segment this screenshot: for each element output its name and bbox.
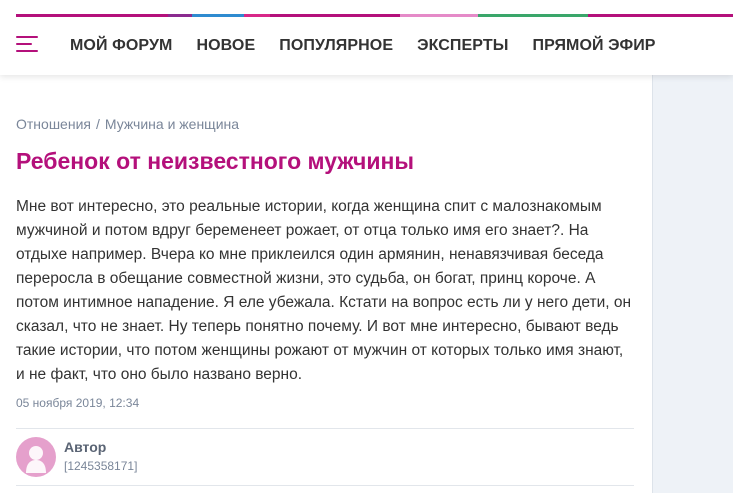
menu-bar xyxy=(16,43,32,45)
divider xyxy=(16,485,634,486)
menu-bar xyxy=(16,36,38,38)
author-block: Автор [1245358171] xyxy=(16,437,416,477)
stripe-segment xyxy=(400,14,478,17)
stripe-segment xyxy=(270,14,400,17)
breadcrumb: Отношения / Мужчина и женщина xyxy=(16,116,239,132)
hamburger-menu-icon[interactable] xyxy=(16,36,38,52)
nav-popular[interactable]: ПОПУЛЯРНОЕ xyxy=(279,36,393,56)
topic-body: Мне вот интересно, это реальные истории,… xyxy=(16,198,632,383)
main-nav: МОЙ ФОРУМ НОВОЕ ПОПУЛЯРНОЕ ЭКСПЕРТЫ ПРЯМ… xyxy=(70,36,656,56)
stripe-segment xyxy=(478,14,588,17)
right-sidebar xyxy=(652,75,733,493)
divider xyxy=(16,428,634,429)
author-id: [1245358171] xyxy=(64,459,138,473)
stripe-segment xyxy=(244,14,270,17)
stripe-segment xyxy=(588,14,733,17)
breadcrumb-separator: / xyxy=(95,116,100,132)
breadcrumb-man-and-woman[interactable]: Мужчина и женщина xyxy=(105,116,239,132)
nav-my-forum[interactable]: МОЙ ФОРУМ xyxy=(70,36,172,56)
breadcrumb-relationships[interactable]: Отношения xyxy=(16,116,91,132)
stripe-segment xyxy=(16,14,168,17)
top-header: МОЙ ФОРУМ НОВОЕ ПОПУЛЯРНОЕ ЭКСПЕРТЫ ПРЯМ… xyxy=(0,0,733,75)
user-silhouette-icon xyxy=(26,446,46,473)
author-label[interactable]: Автор xyxy=(64,439,106,455)
menu-bar xyxy=(16,50,38,52)
topic-date: 05 ноября 2019, 12:34 xyxy=(16,396,140,410)
stripe-segment xyxy=(168,14,192,17)
color-stripe xyxy=(16,14,733,17)
nav-live[interactable]: ПРЯМОЙ ЭФИР xyxy=(532,36,655,56)
author-avatar[interactable] xyxy=(16,437,56,477)
stripe-segment xyxy=(192,14,244,17)
nav-new[interactable]: НОВОЕ xyxy=(196,36,255,56)
topic-title: Ребенок от неизвестного мужчины xyxy=(16,148,415,174)
nav-experts[interactable]: ЭКСПЕРТЫ xyxy=(417,36,508,56)
